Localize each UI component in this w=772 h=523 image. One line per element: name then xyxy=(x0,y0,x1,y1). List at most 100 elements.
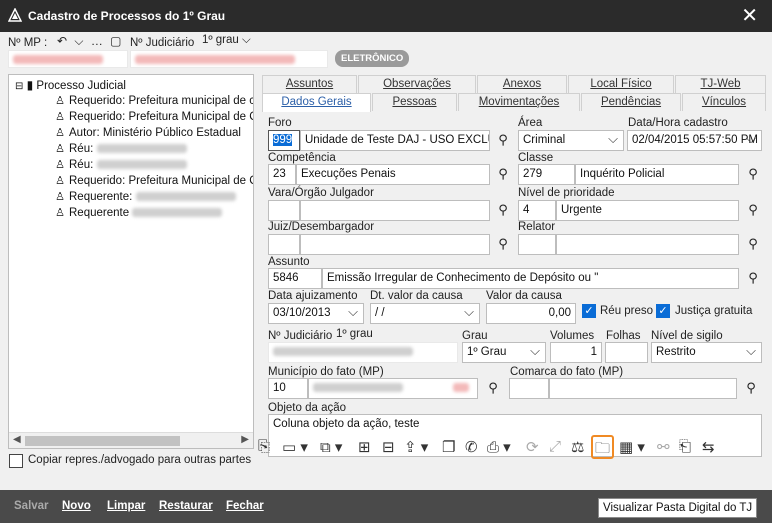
municipio-name-input[interactable] xyxy=(308,378,478,399)
process-tree[interactable]: ⊟ ▮ Processo Judicial ♙ Requerido: Prefei… xyxy=(8,74,254,449)
tree-item[interactable]: ♙ Réu: xyxy=(55,158,187,174)
tab-vinculos[interactable]: Vínculos xyxy=(682,93,766,111)
hierarchy-icon[interactable]: ⧉ ▾ xyxy=(320,438,342,456)
njud-input[interactable] xyxy=(268,342,458,363)
prioridade-search-icon[interactable]: ⚲ xyxy=(744,202,762,222)
print-icon[interactable]: ⎙ ▾ xyxy=(487,438,511,456)
relator-code-input[interactable] xyxy=(518,234,556,255)
tree-item[interactable]: ♙ Autor: Ministério Público Estadual xyxy=(55,126,241,142)
novo-button[interactable]: Novo xyxy=(62,500,91,512)
folhas-input[interactable] xyxy=(605,342,648,363)
prioridade-name-input[interactable]: Urgente xyxy=(556,200,739,221)
competencia-search-icon[interactable]: ⚲ xyxy=(494,166,512,186)
comarca-label: Comarca do fato (MP) xyxy=(510,366,624,378)
nmp-input[interactable] xyxy=(8,50,128,68)
relator-name-input[interactable] xyxy=(556,234,739,255)
limpar-button[interactable]: Limpar xyxy=(107,500,145,512)
transfer-icon[interactable]: ⇆ xyxy=(702,438,715,456)
add-document-icon[interactable]: ⎘ xyxy=(258,438,270,455)
relator-search-icon[interactable]: ⚲ xyxy=(744,236,762,256)
competencia-code-input[interactable]: 23 xyxy=(268,164,296,185)
salvar-button[interactable]: Salvar xyxy=(14,500,49,512)
justica-gratuita-checkbox[interactable]: ✓ xyxy=(656,304,670,318)
comarca-name-input[interactable] xyxy=(549,378,737,399)
reu-preso-checkbox[interactable]: ✓ xyxy=(582,304,596,318)
vara-name-input[interactable] xyxy=(300,200,490,221)
tab-tj-web[interactable]: TJ-Web xyxy=(675,75,766,93)
phone-icon[interactable]: ✆ xyxy=(465,438,478,456)
split-icon[interactable]: ⊟ xyxy=(382,438,395,456)
tab-dados-gerais[interactable]: Dados Gerais xyxy=(262,93,371,112)
classe-name-input[interactable]: Inquérito Policial xyxy=(575,164,739,185)
vara-search-icon[interactable]: ⚲ xyxy=(494,202,512,222)
classe-search-icon[interactable]: ⚲ xyxy=(744,166,762,186)
tab-assuntos[interactable]: Assuntos xyxy=(262,75,357,93)
assunto-code-input[interactable]: 5846 xyxy=(268,268,322,289)
classe-code-input[interactable]: 279 xyxy=(518,164,575,185)
competencia-name-input[interactable]: Execuções Penais xyxy=(296,164,490,185)
restaurar-button[interactable]: Restaurar xyxy=(159,500,213,512)
tree-item[interactable]: ♙ Requerido: Prefeitura municipal de c xyxy=(55,94,253,110)
nav-icons[interactable]: ↶ ⌵ … ▢ xyxy=(57,34,124,49)
tree-scrollbar[interactable]: ◀ ▶ xyxy=(9,432,253,448)
tree-item[interactable]: ♙ Réu: xyxy=(55,142,187,158)
assunto-search-icon[interactable]: ⚲ xyxy=(744,270,762,290)
prioridade-code-input[interactable]: 4 xyxy=(518,200,556,221)
assunto-name-input[interactable]: Emissão Irregular de Conhecimento de Dep… xyxy=(322,268,739,289)
collapse-icon[interactable]: ⊟ xyxy=(15,81,23,92)
export-icon[interactable]: ⇪ ▾ xyxy=(404,438,428,456)
close-icon[interactable]: ✕ xyxy=(741,3,758,28)
municipio-search-icon[interactable]: ⚲ xyxy=(484,380,502,400)
gavel-icon[interactable]: ⚖ xyxy=(571,438,584,456)
foro-name-input[interactable]: Unidade de Teste DAJ - USO EXCLUS xyxy=(300,130,490,151)
tab-pessoas[interactable]: Pessoas xyxy=(372,93,457,111)
fechar-button[interactable]: Fechar xyxy=(226,500,264,512)
grau-top-select[interactable]: 1º grau ⌵ xyxy=(202,34,251,47)
data-ajuizamento-field[interactable]: 03/10/2013 xyxy=(268,303,364,324)
tree-item[interactable]: ♙ Requerente: xyxy=(55,190,236,206)
volumes-label: Volumes xyxy=(550,330,595,342)
scroll-left-icon[interactable]: ◀ xyxy=(13,434,21,445)
juiz-search-icon[interactable]: ⚲ xyxy=(494,236,512,256)
add-file-icon[interactable]: ⎗ xyxy=(679,438,691,455)
scroll-thumb[interactable] xyxy=(25,436,180,446)
tooltip: Visualizar Pasta Digital do TJ xyxy=(598,498,758,518)
tab-local-fisico[interactable]: Local Físico xyxy=(568,75,674,93)
folder-icon[interactable]: ▭ ▾ xyxy=(282,438,308,456)
tree-item[interactable]: ♙ Requerido: Prefeitura Municipal de C xyxy=(55,174,253,190)
comarca-code-input[interactable] xyxy=(509,378,549,399)
calendar-icon[interactable]: ▦ ▾ xyxy=(619,438,645,456)
data-cadastro-field[interactable]: 02/04/2015 05:57:50 PM xyxy=(627,130,762,151)
vara-code-input[interactable] xyxy=(268,200,300,221)
valor-causa-input[interactable]: 0,00 xyxy=(486,303,576,324)
municipio-code-input[interactable]: 10 xyxy=(268,378,308,399)
tab-observacoes[interactable]: Observações xyxy=(358,75,476,93)
copy-icon[interactable]: ❐ xyxy=(442,438,455,456)
sigilo-select[interactable]: Restrito xyxy=(651,342,762,363)
njud-top-input[interactable] xyxy=(130,50,328,68)
tab-pendencias[interactable]: Pendências xyxy=(581,93,681,111)
tree-item[interactable]: ♙ Requerente xyxy=(55,206,223,222)
tab-movimentacoes[interactable]: Movimentações xyxy=(458,93,580,111)
juiz-name-input[interactable] xyxy=(300,234,490,255)
copy-repres-checkbox[interactable] xyxy=(9,454,23,468)
tree-item[interactable]: ♙ Requerido: Prefeitura Municipal de C xyxy=(55,110,253,126)
area-select[interactable]: Criminal xyxy=(518,130,624,151)
foro-search-icon[interactable]: ⚲ xyxy=(494,132,512,152)
link-icon: ⚯ xyxy=(657,439,670,456)
app-logo-icon xyxy=(7,7,23,25)
grau-select[interactable]: 1º Grau xyxy=(462,342,546,363)
tree-root[interactable]: ⊟ ▮ Processo Judicial xyxy=(15,78,126,94)
juiz-code-input[interactable] xyxy=(268,234,300,255)
expand-icon: ⤢ xyxy=(549,438,562,455)
merge-icon[interactable]: ⊞ xyxy=(358,438,371,456)
pasta-digital-icon[interactable]: 🗀 xyxy=(595,438,610,463)
volumes-input[interactable]: 1 xyxy=(550,342,602,363)
tab-anexos[interactable]: Anexos xyxy=(477,75,567,93)
comarca-search-icon[interactable]: ⚲ xyxy=(742,380,760,400)
scroll-right-icon[interactable]: ▶ xyxy=(241,434,249,445)
refresh-icon: ⟳ xyxy=(526,439,539,456)
valor-causa-label: Valor da causa xyxy=(486,290,562,302)
dt-valor-field[interactable]: / / xyxy=(370,303,480,324)
foro-code-input[interactable]: 999 xyxy=(268,130,300,151)
